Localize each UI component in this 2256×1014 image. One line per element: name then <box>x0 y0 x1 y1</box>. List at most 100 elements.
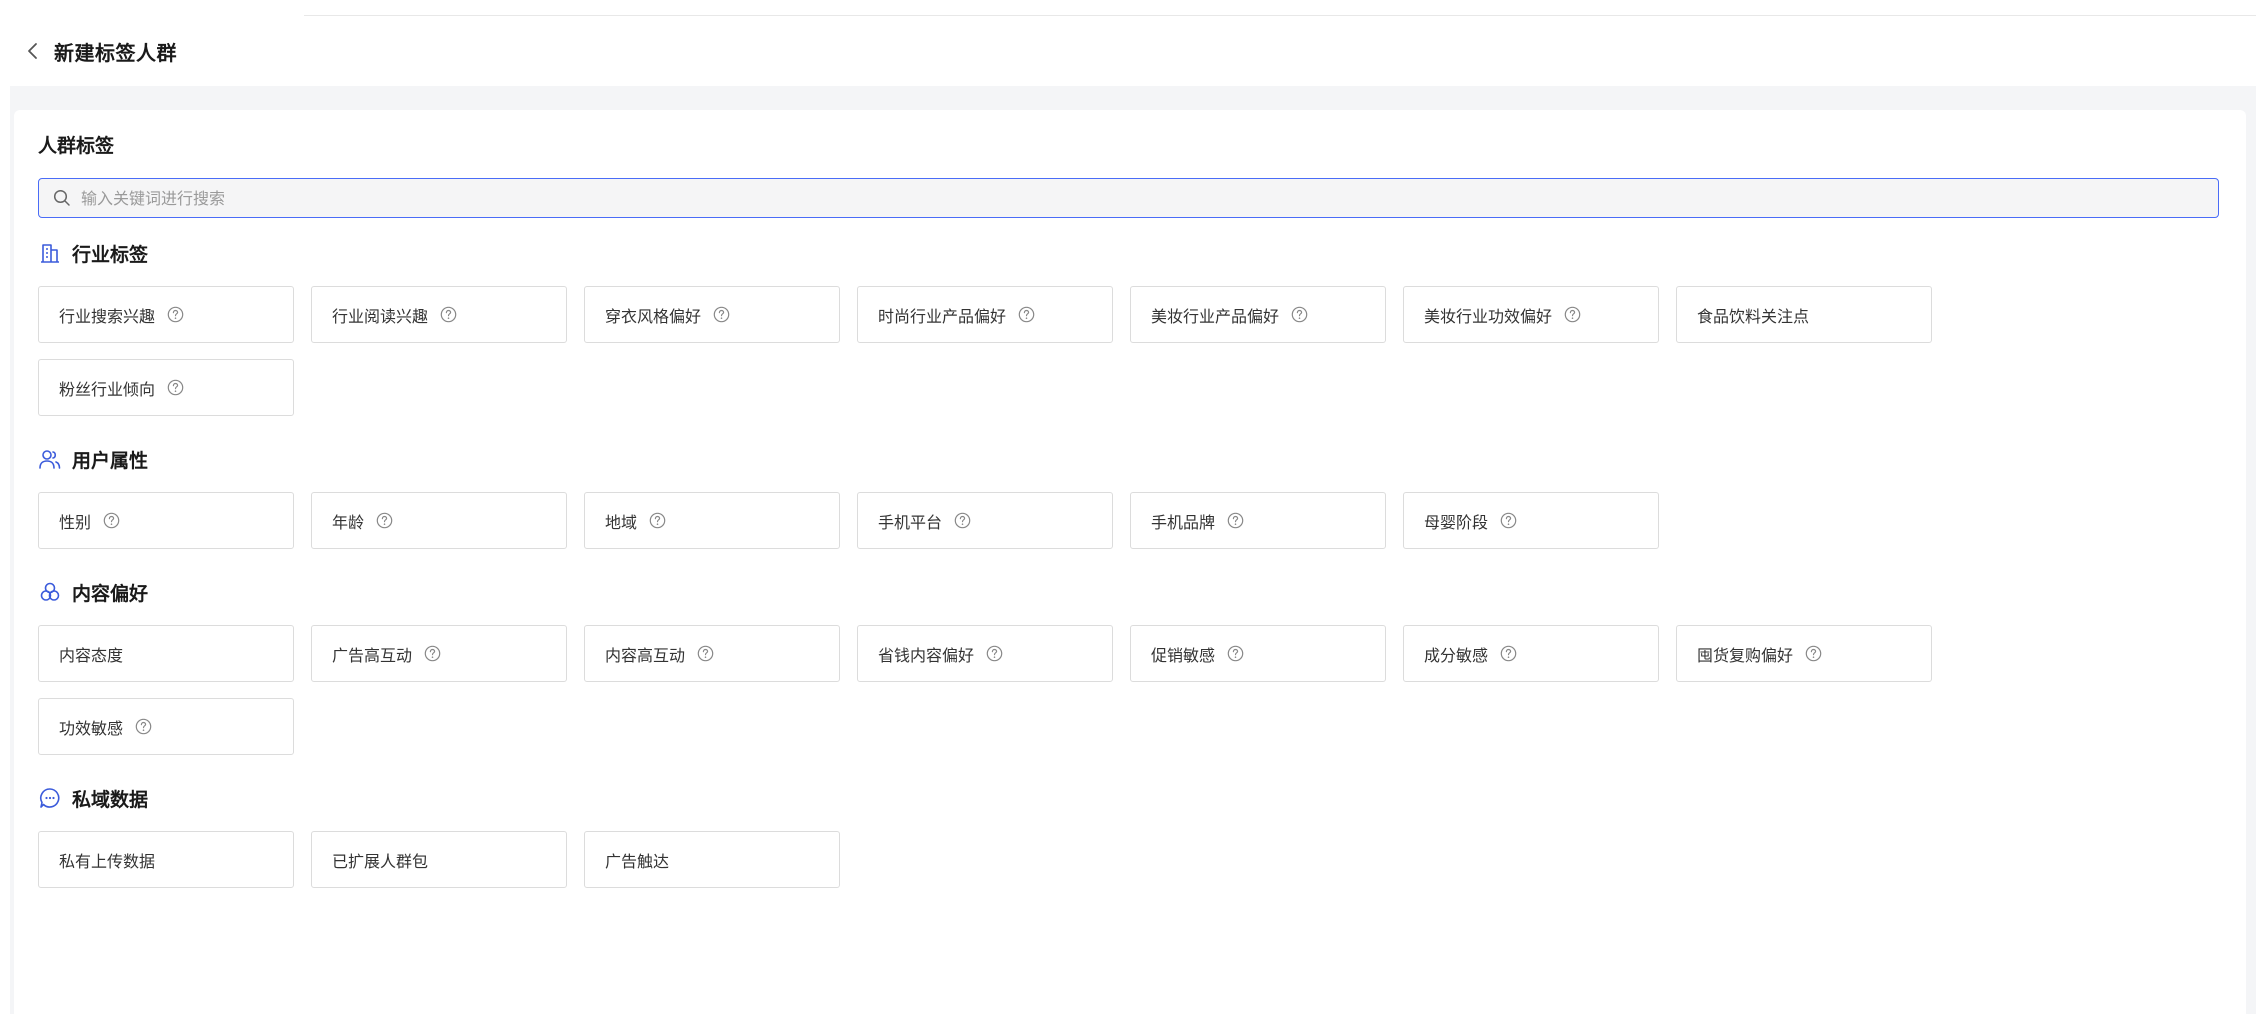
tag-card: 人群标签 行业标签行业搜索兴趣 行业阅读兴趣 穿衣风格偏好 时尚行业产品偏好 美妆行业产… <box>14 110 2246 1014</box>
tag-option[interactable]: 行业搜索兴趣 <box>38 286 294 343</box>
tag-label: 时尚行业产品偏好 <box>878 306 1007 326</box>
tag-option[interactable]: 年龄 <box>311 492 567 549</box>
tag-option[interactable]: 行业阅读兴趣 <box>311 286 567 343</box>
tag-option[interactable]: 粉丝行业倾向 <box>38 359 294 416</box>
search-icon <box>53 188 73 208</box>
tag-option[interactable]: 时尚行业产品偏好 <box>857 286 1113 343</box>
tag-option[interactable]: 食品饮料关注点 <box>1676 286 1932 343</box>
tag-label: 已扩展人群包 <box>332 851 429 871</box>
help-icon[interactable] <box>1291 306 1309 324</box>
tag-section: 内容偏好内容态度 广告高互动 内容高互动 省钱内容偏好 促销敏感 成分敏感 囤货复购偏好功效… <box>38 577 2222 755</box>
tag-option[interactable]: 功效敏感 <box>38 698 294 755</box>
section-header: 内容偏好 <box>38 577 2222 607</box>
tag-section: 私域数据私有上传数据 已扩展人群包 广告触达 <box>38 783 2222 888</box>
tag-option[interactable]: 成分敏感 <box>1403 625 1659 682</box>
section-header: 行业标签 <box>38 238 2222 268</box>
tag-section: 行业标签行业搜索兴趣 行业阅读兴趣 穿衣风格偏好 时尚行业产品偏好 美妆行业产品偏好 美妆… <box>38 238 2222 416</box>
tag-label: 行业阅读兴趣 <box>332 306 429 326</box>
help-icon[interactable] <box>1805 645 1823 663</box>
tag-label: 内容态度 <box>59 645 124 665</box>
tag-option[interactable]: 性别 <box>38 492 294 549</box>
tag-option[interactable]: 母婴阶段 <box>1403 492 1659 549</box>
help-icon[interactable] <box>697 645 715 663</box>
tag-label: 母婴阶段 <box>1424 512 1489 532</box>
section-header: 用户属性 <box>38 444 2222 474</box>
tag-option[interactable]: 内容高互动 <box>584 625 840 682</box>
tag-option[interactable]: 已扩展人群包 <box>311 831 567 888</box>
tag-grid: 行业搜索兴趣 行业阅读兴趣 穿衣风格偏好 时尚行业产品偏好 美妆行业产品偏好 美妆行业功效… <box>38 286 2018 416</box>
tag-section: 用户属性性别 年龄 地域 手机平台 手机品牌 母婴阶段 <box>38 444 2222 549</box>
tag-label: 食品饮料关注点 <box>1697 306 1810 326</box>
help-icon[interactable] <box>954 512 972 530</box>
tag-label: 美妆行业功效偏好 <box>1424 306 1553 326</box>
section-title: 内容偏好 <box>72 582 149 605</box>
tag-label: 广告触达 <box>605 851 670 871</box>
tag-label: 成分敏感 <box>1424 645 1489 665</box>
three-circles-icon <box>38 580 62 604</box>
tag-option[interactable]: 手机品牌 <box>1130 492 1386 549</box>
tag-label: 手机品牌 <box>1151 512 1216 532</box>
help-icon[interactable] <box>1227 645 1245 663</box>
tag-option[interactable]: 美妆行业产品偏好 <box>1130 286 1386 343</box>
tag-label: 穿衣风格偏好 <box>605 306 702 326</box>
tag-label: 功效敏感 <box>59 718 124 738</box>
section-header: 私域数据 <box>38 783 2222 813</box>
tag-label: 性别 <box>59 512 92 532</box>
tag-option[interactable]: 省钱内容偏好 <box>857 625 1113 682</box>
tag-option[interactable]: 囤货复购偏好 <box>1676 625 1932 682</box>
users-icon <box>38 447 62 471</box>
tag-option[interactable]: 广告触达 <box>584 831 840 888</box>
tag-label: 年龄 <box>332 512 365 532</box>
tag-grid: 私有上传数据 已扩展人群包 广告触达 <box>38 831 2018 888</box>
help-icon[interactable] <box>103 512 121 530</box>
tag-label: 广告高互动 <box>332 645 413 665</box>
help-icon[interactable] <box>135 718 153 736</box>
card-title: 人群标签 <box>38 135 115 157</box>
help-icon[interactable] <box>376 512 394 530</box>
page-title: 新建标签人群 <box>54 40 177 65</box>
search-input[interactable] <box>81 179 2218 217</box>
help-icon[interactable] <box>1500 645 1518 663</box>
help-icon[interactable] <box>1564 306 1582 324</box>
tag-option[interactable]: 私有上传数据 <box>38 831 294 888</box>
tag-option[interactable]: 内容态度 <box>38 625 294 682</box>
tag-label: 内容高互动 <box>605 645 686 665</box>
top-divider <box>304 15 2256 16</box>
section-title: 用户属性 <box>72 449 149 472</box>
help-icon[interactable] <box>713 306 731 324</box>
section-title: 私域数据 <box>72 788 149 811</box>
help-icon[interactable] <box>1018 306 1036 324</box>
tag-grid: 性别 年龄 地域 手机平台 手机品牌 母婴阶段 <box>38 492 2018 549</box>
help-icon[interactable] <box>167 379 185 397</box>
tag-grid: 内容态度 广告高互动 内容高互动 省钱内容偏好 促销敏感 成分敏感 囤货复购偏好功效敏感 <box>38 625 2018 755</box>
tag-label: 囤货复购偏好 <box>1697 645 1794 665</box>
help-icon[interactable] <box>1500 512 1518 530</box>
tag-option[interactable]: 地域 <box>584 492 840 549</box>
back-button[interactable] <box>18 36 48 66</box>
tag-label: 美妆行业产品偏好 <box>1151 306 1280 326</box>
help-icon[interactable] <box>167 306 185 324</box>
help-icon[interactable] <box>440 306 458 324</box>
tag-sections: 行业标签行业搜索兴趣 行业阅读兴趣 穿衣风格偏好 时尚行业产品偏好 美妆行业产品偏好 美妆… <box>38 238 2222 888</box>
page-header: 新建标签人群 <box>0 30 2256 72</box>
tag-option[interactable]: 手机平台 <box>857 492 1113 549</box>
tag-label: 行业搜索兴趣 <box>59 306 156 326</box>
tag-label: 粉丝行业倾向 <box>59 379 156 399</box>
chevron-left-icon <box>28 43 37 59</box>
help-icon[interactable] <box>986 645 1004 663</box>
tag-label: 促销敏感 <box>1151 645 1216 665</box>
help-icon[interactable] <box>649 512 667 530</box>
help-icon[interactable] <box>1227 512 1245 530</box>
tag-option[interactable]: 穿衣风格偏好 <box>584 286 840 343</box>
tag-option[interactable]: 促销敏感 <box>1130 625 1386 682</box>
tag-label: 手机平台 <box>878 512 943 532</box>
tag-option[interactable]: 美妆行业功效偏好 <box>1403 286 1659 343</box>
tag-label: 私有上传数据 <box>59 851 156 871</box>
tag-option[interactable]: 广告高互动 <box>311 625 567 682</box>
tag-label: 省钱内容偏好 <box>878 645 975 665</box>
building-icon <box>38 241 62 265</box>
tag-label: 地域 <box>605 512 638 532</box>
help-icon[interactable] <box>424 645 442 663</box>
search-box[interactable] <box>38 178 2219 218</box>
section-title: 行业标签 <box>72 243 149 266</box>
